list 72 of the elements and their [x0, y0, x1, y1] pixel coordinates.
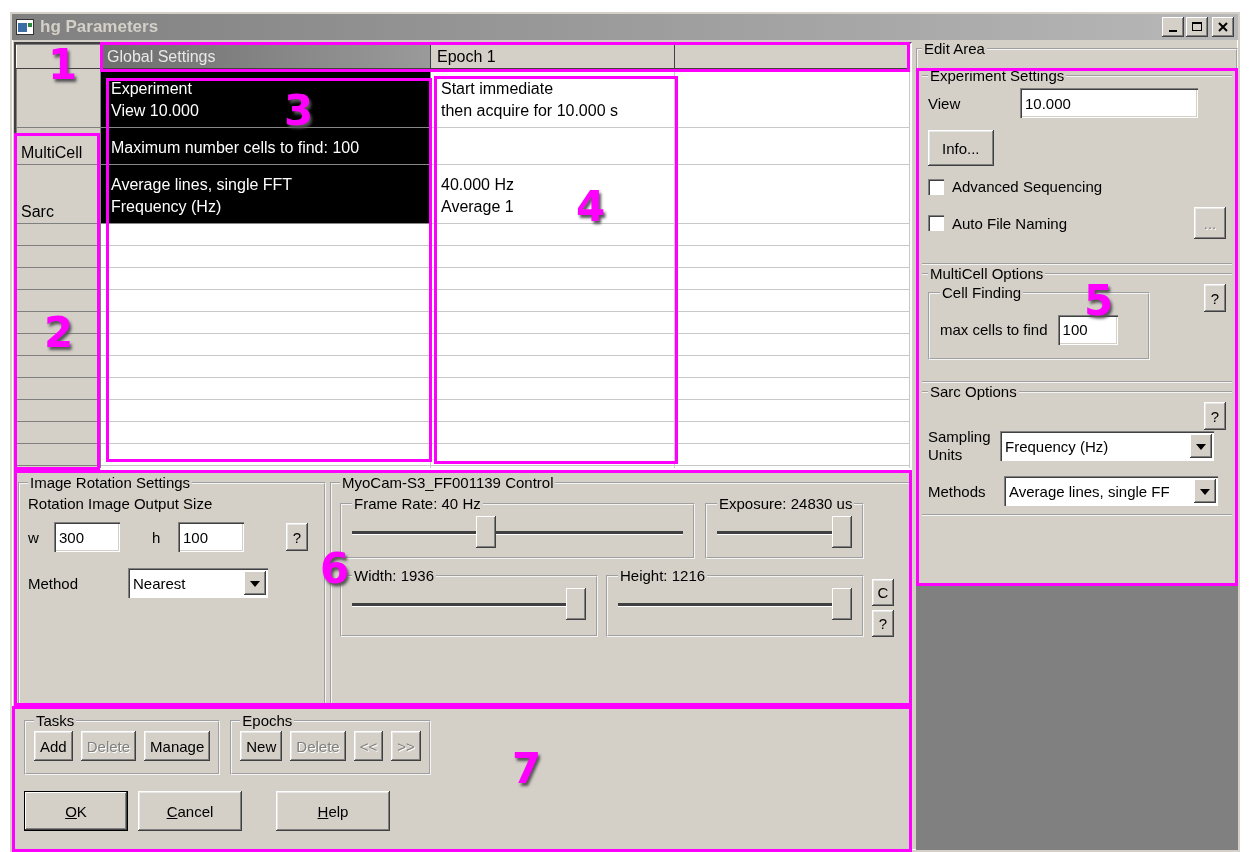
slider-label: Height: 1216	[619, 567, 707, 584]
slider-thumb[interactable]	[832, 516, 852, 548]
callout-number: 6	[320, 548, 350, 590]
app-icon	[16, 19, 34, 35]
slider-thumb[interactable]	[476, 516, 497, 548]
minimize-button[interactable]	[1162, 17, 1184, 37]
button[interactable]: ?	[872, 610, 894, 637]
dropdown[interactable]: Average lines, single FF	[1004, 476, 1218, 506]
field-label: Methods	[928, 482, 987, 500]
checkbox-label: Auto File Naming	[952, 214, 1068, 232]
caret-icon[interactable]	[1190, 434, 1212, 458]
height-field[interactable]: 100	[178, 522, 244, 552]
group-label: Tasks	[35, 712, 76, 729]
field-label: Method	[28, 574, 80, 592]
help-button[interactable]: ?	[1204, 284, 1226, 312]
group-label: Sarc Options	[929, 383, 1018, 400]
field-label: w	[28, 528, 40, 546]
group-label: Epochs	[241, 712, 294, 729]
slider[interactable]	[352, 588, 586, 622]
slider-label: Frame Rate: 40 Hz	[353, 495, 482, 512]
slider[interactable]	[352, 516, 683, 550]
dropdown[interactable]: Frequency (Hz)	[1000, 431, 1214, 461]
callout-number: 2	[44, 312, 74, 354]
group-label: Experiment Settings	[929, 67, 1066, 84]
field-label: View	[928, 94, 962, 112]
minimize-icon	[1169, 30, 1177, 32]
caret-icon[interactable]	[244, 571, 266, 595]
view-field[interactable]: 10.000	[1020, 88, 1198, 118]
callout-number: 7	[512, 748, 542, 790]
ok-button[interactable]: OK	[24, 791, 128, 831]
maximize-button[interactable]	[1186, 17, 1208, 37]
info-button[interactable]: Info...	[928, 130, 994, 166]
dropdown[interactable]: Nearest	[128, 568, 268, 598]
close-button[interactable]	[1212, 17, 1234, 37]
field-label: Rotation Image Output Size	[28, 495, 214, 512]
column-header[interactable]: Global Settings	[100, 44, 431, 69]
callout-number: 4	[576, 186, 606, 228]
caret-icon[interactable]	[1194, 479, 1216, 503]
group-label: Edit Area	[923, 40, 986, 57]
help-button[interactable]: ?	[286, 523, 308, 551]
button[interactable]: New	[240, 731, 283, 761]
slider[interactable]	[618, 588, 852, 622]
slider-thumb[interactable]	[566, 588, 586, 620]
help-button[interactable]: Help	[276, 791, 390, 831]
checkbox-label: Advanced Sequencing	[952, 178, 1103, 195]
close-icon	[1218, 22, 1228, 32]
checkbox[interactable]	[928, 215, 944, 231]
field-label: h	[152, 528, 162, 546]
help-button[interactable]: ?	[1204, 402, 1226, 430]
button[interactable]: C	[872, 579, 894, 606]
button[interactable]: Manage	[144, 731, 211, 761]
table-cell[interactable]: Experiment View 10.000	[111, 78, 199, 122]
table-cell[interactable]: 40.000 Hz Average 1	[441, 174, 514, 218]
window-title: hg Parameters	[40, 17, 160, 37]
group-label: MyoCam-S3_FF001139 Control	[341, 474, 555, 491]
slider[interactable]	[717, 516, 852, 550]
field-label: max cells to find	[940, 321, 1048, 338]
cancel-button[interactable]: Cancel	[138, 791, 242, 831]
checkbox[interactable]	[928, 178, 944, 195]
group-label: Cell Finding	[941, 284, 1023, 301]
row-header[interactable]: Sarc	[16, 164, 101, 224]
maximize-icon	[1192, 22, 1202, 32]
column-header[interactable]: Epoch 1	[430, 44, 675, 69]
callout-number: 3	[284, 90, 314, 132]
slider-label: Width: 1936	[353, 567, 436, 584]
group-label: Image Rotation Settings	[29, 474, 192, 491]
group-label: MultiCell Options	[929, 265, 1045, 282]
slider-thumb[interactable]	[832, 588, 852, 620]
slider-label: Exposure: 24830 us	[718, 495, 854, 512]
width-field[interactable]: 300	[54, 522, 120, 552]
button[interactable]: Add	[34, 731, 73, 761]
field-label: Sampling Units	[928, 428, 992, 464]
